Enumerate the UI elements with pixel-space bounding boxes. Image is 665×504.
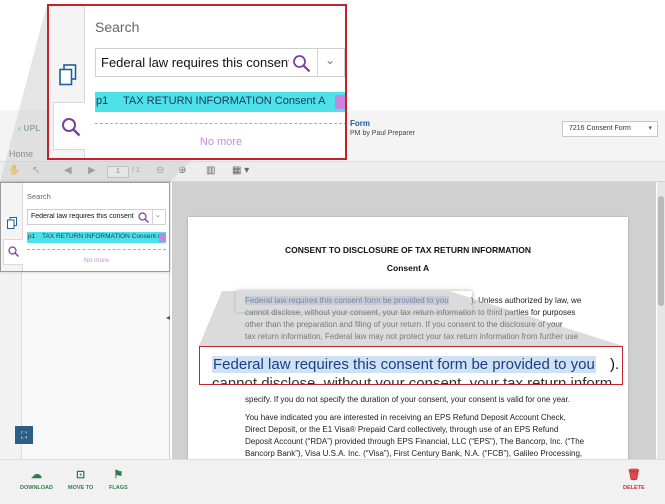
form-type-select[interactable]: 7216 Consent Form ▾	[562, 121, 658, 137]
search-result[interactable]: p1 TAX RETURN INFORMATION Consent A	[27, 232, 166, 243]
zoom-in-icon[interactable]: ⊕	[178, 165, 186, 176]
search-submit-icon[interactable]	[138, 212, 149, 223]
document-line: Direct Deposit, or the E1 Visa® Prepaid …	[245, 425, 559, 434]
chevron-down-icon: ▾	[648, 125, 652, 132]
magnified-document-excerpt: Federal law requires this consent form b…	[199, 346, 623, 385]
document-line: other than the preparation and filing of…	[245, 320, 563, 329]
delete-button[interactable]: 🗑 DELETE	[623, 468, 645, 491]
document-meta: PM by Paul Preparer	[350, 130, 415, 137]
previous-page-icon[interactable]: ◀	[64, 165, 72, 176]
flags-button[interactable]: ⚑ FLAGS	[109, 468, 128, 491]
move-to-button[interactable]: ⊡ MOVE TO	[68, 468, 93, 491]
search-input[interactable]: Federal law requires this consent ⌄	[27, 209, 166, 225]
document-page: CONSENT TO DISCLOSURE OF TAX RETURN INFO…	[188, 217, 628, 459]
result-marker	[335, 95, 345, 109]
form-type-value: 7216 Consent Form	[569, 125, 631, 132]
page-total: / 1	[132, 167, 140, 174]
document-viewer: CONSENT TO DISCLOSURE OF TAX RETURN INFO…	[172, 182, 656, 459]
magnified-text-tail: ).	[610, 356, 620, 373]
home-breadcrumb[interactable]: Home	[9, 149, 33, 159]
result-divider	[27, 249, 166, 250]
document-line: Bancorp Bank”), Visa U.S.A. Inc. (“Visa”…	[245, 449, 583, 458]
search-tab[interactable]	[53, 102, 85, 150]
document-line: Deposit Account (“RDA”) provided through…	[245, 437, 585, 446]
documents-icon[interactable]	[7, 217, 17, 229]
document-subheading: Consent A	[386, 263, 430, 273]
result-text: TAX RETURN INFORMATION Consent A	[42, 233, 162, 240]
document-line: specify. If you do not specify the durat…	[245, 395, 570, 404]
fit-page-icon[interactable]: ▥	[206, 165, 215, 176]
viewer-toolbar: ✋ ↖ ◀ ▶ 1 / 1 ⊖ ⊕ ▥ ▦ ▾	[0, 162, 665, 182]
footer-bar: ☁ DOWNLOAD ⊡ MOVE TO ⚑ FLAGS 🗑 DELETE	[0, 459, 665, 504]
magnifier-icon	[62, 118, 81, 137]
search-submit-icon[interactable]	[292, 54, 311, 73]
document-line: cannot disclose, without your consent, y…	[245, 308, 576, 317]
search-input[interactable]: Federal law requires this consent ⌄	[95, 48, 345, 77]
page-number-input[interactable]: 1	[107, 166, 129, 178]
next-page-icon[interactable]: ▶	[88, 165, 96, 176]
move-to-icon: ⊡	[76, 469, 86, 481]
search-title: Search	[95, 19, 140, 35]
document-heading: CONSENT TO DISCLOSURE OF TAX RETURN INFO…	[284, 245, 532, 255]
result-page: p1	[28, 233, 36, 240]
collapse-panel-icon[interactable]: ◂	[166, 313, 170, 322]
search-title: Search	[27, 192, 51, 201]
document-line: tax return information, Federal law may …	[245, 332, 579, 341]
result-page: p1	[96, 95, 109, 107]
magnified-text-line: cannot disclose, without your consent, y…	[212, 375, 613, 385]
select-tool-icon[interactable]: ↖	[32, 165, 40, 176]
chevron-down-icon[interactable]: ⌄	[325, 53, 335, 67]
fit-screen-icon[interactable]: ⛶	[15, 426, 33, 444]
scrollbar-thumb[interactable]	[658, 196, 664, 306]
no-more-results: No more	[199, 136, 243, 148]
magnifier-icon	[8, 246, 19, 257]
no-more-results: No more	[84, 257, 109, 264]
flag-icon: ⚑	[113, 469, 124, 481]
barcode-icon[interactable]: ▦ ▾	[232, 165, 249, 176]
document-line: ). Unless authorized by law, we	[471, 296, 582, 305]
highlighted-match[interactable]: Federal law requires this consent form b…	[245, 296, 449, 305]
hand-tool-icon[interactable]: ✋	[8, 165, 20, 176]
zoom-out-icon[interactable]: ⊖	[156, 165, 164, 176]
magnified-search-panel: Search Federal law requires this consent…	[47, 4, 347, 160]
document-title: Form	[350, 119, 370, 128]
search-tab[interactable]	[3, 239, 23, 265]
cloud-download-icon: ☁	[31, 469, 42, 481]
result-text: TAX RETURN INFORMATION Consent A	[123, 95, 326, 107]
search-query: Federal law requires this consent	[31, 213, 134, 220]
documents-icon[interactable]	[59, 64, 77, 86]
download-button[interactable]: ☁ DOWNLOAD	[20, 468, 53, 491]
result-marker	[159, 233, 166, 242]
magnified-highlighted-match: Federal law requires this consent form b…	[212, 356, 596, 373]
chevron-down-icon[interactable]: ⌄	[155, 211, 161, 219]
search-query: Federal law requires this consent	[101, 55, 289, 70]
search-panel: Search Federal law requires this consent…	[0, 182, 170, 272]
document-line: You have indicated you are interested in…	[245, 413, 566, 422]
search-result[interactable]: p1 TAX RETURN INFORMATION Consent A	[95, 92, 345, 112]
result-divider	[95, 123, 345, 124]
trash-icon: 🗑	[626, 469, 641, 481]
back-to-upload-link[interactable]: ‹ UPL	[18, 124, 40, 133]
